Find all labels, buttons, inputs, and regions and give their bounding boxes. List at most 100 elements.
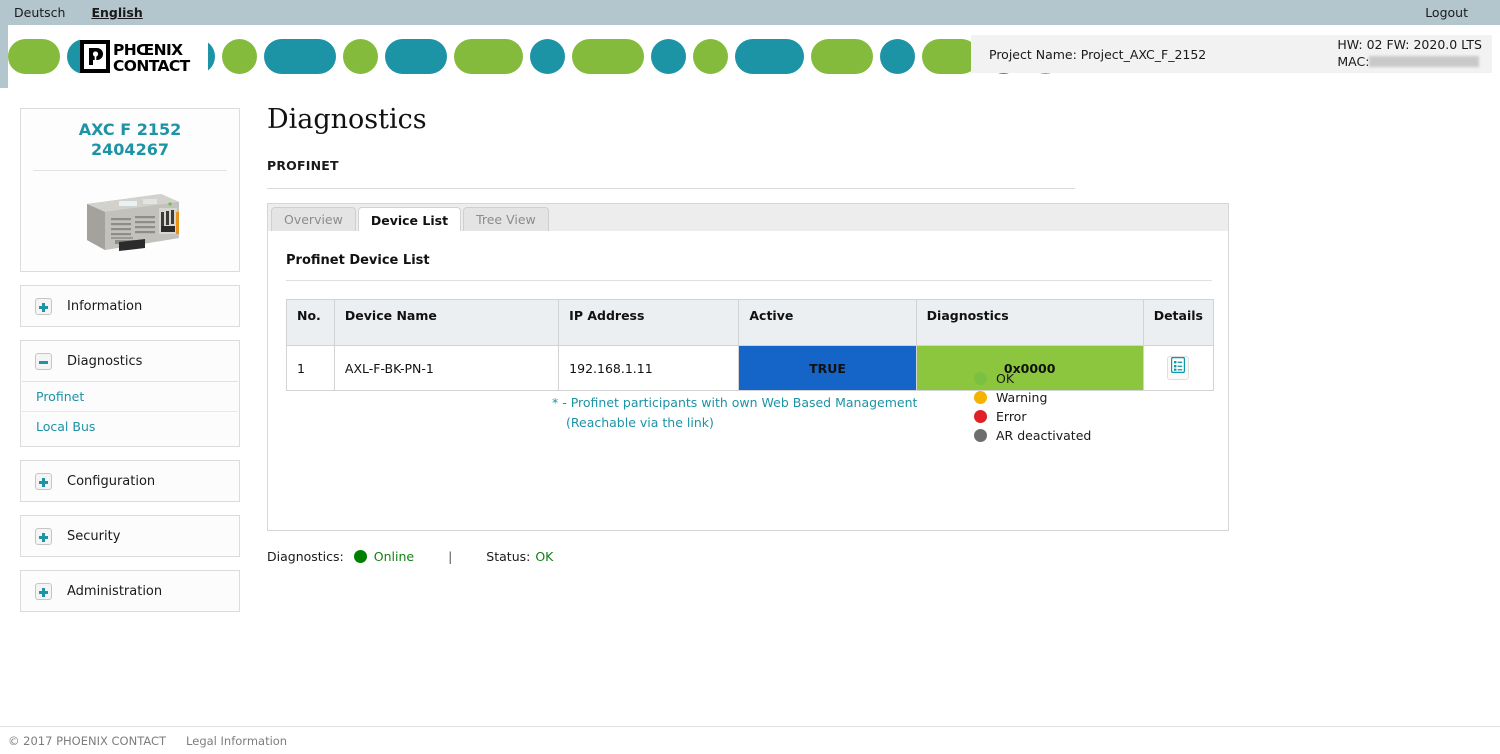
status-legend: OK Warning Error AR deactivated: [974, 369, 1091, 445]
status-separator: |: [448, 549, 453, 564]
project-name-label: Project Name: Project_AXC_F_2152: [989, 46, 1207, 62]
title-rule: [267, 188, 1075, 189]
decorative-pill-10: [530, 39, 565, 74]
sidebar-section-information: Information: [20, 285, 240, 327]
sidebar-sublinks: Profinet Local Bus: [22, 381, 238, 446]
cell-active: TRUE: [738, 345, 917, 391]
copyright-text: © 2017 PHOENIX CONTACT: [8, 733, 167, 748]
sidebar-item-label: Configuration: [67, 473, 156, 489]
device-list-rule: [286, 280, 1212, 281]
sidebar-item-diagnostics[interactable]: Diagnostics: [21, 341, 239, 381]
column-header-device-name: Device Name: [333, 299, 560, 346]
legend-dot-icon: [974, 372, 987, 385]
diagnostics-status-label: Diagnostics:: [267, 549, 344, 564]
online-status-dot-icon: [353, 550, 367, 563]
page-subtitle: PROFINET: [267, 158, 339, 173]
language-link-deutsch[interactable]: Deutsch: [14, 5, 65, 20]
tab-overview[interactable]: Overview: [271, 207, 356, 231]
sidebar-item-label: Diagnostics: [67, 353, 143, 369]
footnote-line-2: (Reachable via the link): [566, 415, 714, 430]
decorative-pill-0: [8, 39, 60, 74]
legend-dot-icon: [974, 429, 987, 442]
decorative-pill-13: [693, 39, 728, 74]
column-header-no: No.: [286, 299, 335, 346]
cell-ip-address: 192.168.1.11: [558, 345, 740, 391]
diagnostics-status-value: Online: [373, 549, 415, 564]
footnote-line-1: * - Profinet participants with own Web B…: [552, 395, 918, 410]
page-footer: © 2017 PHOENIX CONTACT Legal Information: [0, 726, 1500, 754]
sidebar-item-label: Information: [67, 298, 143, 314]
sidebar-section-diagnostics: Diagnostics Profinet Local Bus: [20, 340, 240, 447]
legend-row: AR deactivated: [974, 426, 1091, 445]
phoenix-contact-logo: PHŒNIX CONTACT: [80, 37, 208, 77]
legend-label: OK: [996, 371, 1015, 386]
tab-device-list[interactable]: Device List: [357, 207, 462, 232]
device-list-title: Profinet Device List: [286, 253, 430, 268]
decorative-pill-12: [651, 39, 686, 74]
decorative-pill-5: [222, 39, 257, 74]
tab-panel-device-list: Profinet Device List No. Device Name IP …: [267, 231, 1229, 531]
sidebar-item-label: Administration: [67, 583, 163, 599]
tab-tree-view[interactable]: Tree View: [463, 207, 549, 231]
project-info-box: Project Name: Project_AXC_F_2152 HW: 02 …: [971, 35, 1492, 73]
decorative-pill-15: [811, 39, 873, 74]
legend-dot-icon: [974, 391, 987, 404]
sidebar-section-administration: Administration: [20, 570, 240, 612]
column-header-diagnostics: Diagnostics: [915, 299, 1144, 346]
minus-icon[interactable]: [35, 352, 52, 370]
details-list-icon[interactable]: [1167, 356, 1190, 380]
sidebar-item-label: Security: [67, 528, 121, 544]
legend-row: Error: [974, 407, 1091, 426]
decorative-pill-8: [385, 39, 447, 74]
sidebar-item-configuration[interactable]: Configuration: [21, 461, 239, 501]
device-name: AXC F 2152: [78, 120, 182, 139]
logout-link[interactable]: Logout: [1425, 5, 1468, 20]
mac-address-redacted: [1369, 56, 1480, 67]
sidebar-section-configuration: Configuration: [20, 460, 240, 502]
sidebar: AXC F 2152 2404267 Information Diagnosti…: [20, 108, 240, 625]
legal-information-link[interactable]: Legal Information: [186, 734, 287, 748]
page-title: Diagnostics: [267, 104, 427, 135]
legend-label: AR deactivated: [996, 428, 1092, 443]
decorative-pill-16: [880, 39, 915, 74]
page-body: AXC F 2152 2404267 Information Diagnosti…: [0, 88, 1500, 754]
decorative-pill-7: [343, 39, 378, 74]
brand-banner: PHŒNIX CONTACT Project Name: Project_AXC…: [0, 25, 1500, 88]
main-content: Diagnostics PROFINET Overview Device Lis…: [267, 88, 1490, 564]
table-header-row: No. Device Name IP Address Active Diagno…: [286, 299, 1215, 346]
language-link-english[interactable]: English: [91, 5, 142, 20]
plus-icon[interactable]: [35, 472, 52, 490]
sidebar-section-security: Security: [20, 515, 240, 557]
svg-text:CONTACT: CONTACT: [113, 57, 191, 75]
decorative-pill-11: [572, 39, 644, 74]
legend-dot-icon: [974, 410, 987, 423]
device-card: AXC F 2152 2404267: [20, 108, 240, 272]
hw-fw-info: HW: 02 FW: 2020.0 LTS MAC:: [1337, 37, 1482, 71]
status-value: OK: [535, 549, 554, 564]
sidebar-item-information[interactable]: Information: [21, 286, 239, 326]
column-header-ip-address: IP Address: [558, 299, 740, 346]
mac-label: MAC:: [1337, 54, 1370, 69]
column-header-active: Active: [738, 299, 917, 346]
sidebar-item-administration[interactable]: Administration: [21, 571, 239, 611]
sidebar-link-local-bus[interactable]: Local Bus: [22, 412, 238, 446]
sidebar-sections: Information Diagnostics Profinet Local Bus C…: [20, 285, 240, 612]
device-article-number: 2404267: [91, 140, 169, 159]
decorative-pill-9: [454, 39, 523, 74]
language-bar: Deutsch English Logout: [0, 0, 1500, 25]
plus-icon[interactable]: [35, 582, 52, 600]
legend-label: Warning: [996, 390, 1048, 405]
status-label: Status:: [486, 549, 531, 564]
legend-row: Warning: [974, 388, 1091, 407]
plus-icon[interactable]: [35, 527, 52, 545]
hw-fw-label: HW: 02 FW: 2020.0 LTS: [1337, 37, 1482, 53]
column-header-details: Details: [1142, 299, 1215, 346]
sidebar-item-security[interactable]: Security: [21, 516, 239, 556]
sidebar-link-profinet[interactable]: Profinet: [22, 382, 238, 412]
cell-no: 1: [286, 345, 335, 391]
device-image: [21, 171, 239, 271]
footnote[interactable]: * - Profinet participants with own Web B…: [552, 393, 917, 433]
plus-icon[interactable]: [35, 297, 52, 315]
legend-row: OK: [974, 369, 1091, 388]
cell-details: [1142, 345, 1215, 391]
